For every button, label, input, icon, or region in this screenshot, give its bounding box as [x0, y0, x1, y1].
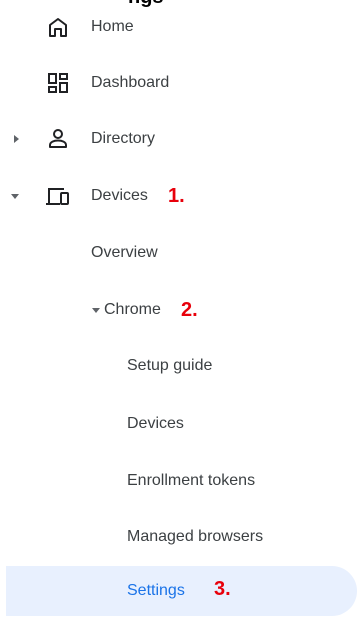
dashboard-icon: [48, 73, 68, 93]
nav-item-managed-browsers[interactable]: Managed browsers: [0, 517, 357, 557]
devices-icon: [46, 188, 69, 205]
nav-item-chrome[interactable]: Chrome 2.: [0, 290, 357, 330]
nav-label-dashboard: Dashboard: [91, 74, 170, 91]
nav-label-chrome: Chrome: [104, 301, 161, 318]
nav-item-devices[interactable]: Devices 1.: [0, 176, 357, 216]
nav-label-settings: Settings: [127, 582, 185, 599]
nav-item-settings[interactable]: Settings 3.: [6, 566, 357, 616]
expand-arrow-icon[interactable]: [14, 135, 19, 143]
nav-item-enrollment-tokens[interactable]: Enrollment tokens: [0, 461, 357, 501]
nav-label-setup-guide: Setup guide: [127, 357, 213, 374]
annotation-3: 3.: [214, 578, 231, 600]
nav-label-home: Home: [91, 18, 134, 35]
annotation-2: 2.: [181, 298, 198, 321]
person-icon: [49, 129, 67, 148]
nav-item-dashboard[interactable]: Dashboard: [0, 63, 357, 103]
nav-label-managed-browsers: Managed browsers: [127, 528, 264, 545]
nav-item-overview[interactable]: Overview: [0, 233, 357, 273]
nav-label-enrollment-tokens: Enrollment tokens: [127, 472, 256, 489]
nav-label-devices: Devices: [91, 187, 148, 204]
nav-item-chrome-devices[interactable]: Devices: [0, 404, 357, 444]
collapse-arrow-icon[interactable]: [11, 194, 19, 199]
nav-item-home[interactable]: Home: [0, 7, 357, 47]
collapse-arrow-icon[interactable]: [92, 308, 100, 313]
nav-label-directory: Directory: [91, 130, 156, 147]
nav-label-chrome-devices: Devices: [127, 415, 184, 432]
nav-item-setup-guide[interactable]: Setup guide: [0, 346, 357, 386]
annotation-1: 1.: [168, 184, 185, 207]
home-icon: [49, 18, 67, 37]
nav-item-directory[interactable]: Directory: [0, 119, 357, 159]
nav-label-overview: Overview: [91, 244, 158, 261]
